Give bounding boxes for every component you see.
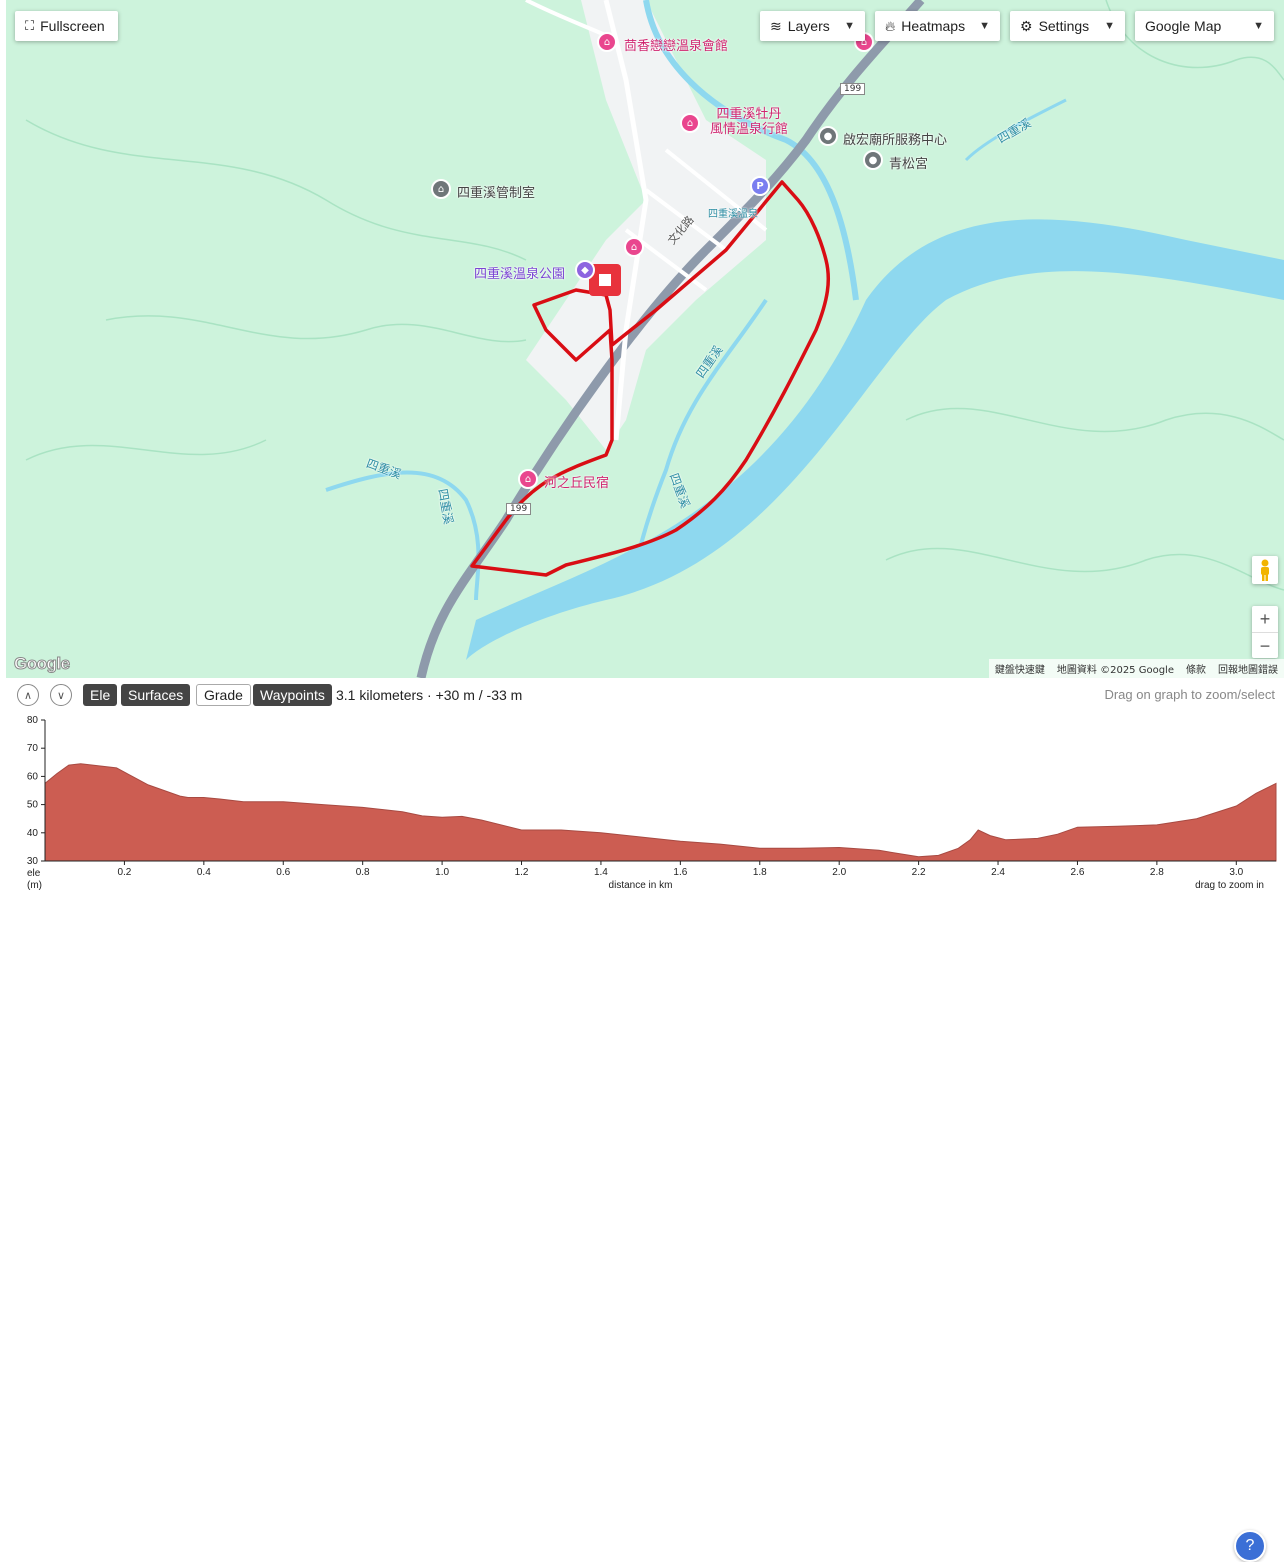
x-tick-label: 2.6: [1070, 867, 1084, 878]
y-axis-label-line2: (m): [27, 880, 42, 891]
hotel-icon[interactable]: ⌂: [680, 113, 700, 133]
route-shield-199-low: 199: [506, 503, 532, 515]
x-tick-label: 2.8: [1150, 867, 1164, 878]
poi-label-control-room[interactable]: 四重溪管制室: [457, 182, 535, 201]
x-tick-label: 1.8: [753, 867, 767, 878]
hotel-icon[interactable]: ⌂: [518, 469, 538, 489]
zoom-out-button[interactable]: −: [1252, 633, 1278, 659]
layers-label: Layers: [787, 18, 830, 34]
x-tick-label: 0.6: [276, 867, 290, 878]
heatmaps-dropdown[interactable]: 🔥︎ Heatmaps ▼: [875, 11, 1000, 41]
poi-label-hotel2[interactable]: 四重溪牡丹 風情溫泉行館: [710, 107, 788, 137]
x-tick-label: 1.0: [435, 867, 449, 878]
y-tick-label: 30: [27, 856, 39, 867]
heatmaps-label: Heatmaps: [901, 18, 966, 34]
x-tick-label: 0.8: [356, 867, 370, 878]
chevron-down-icon: ▼: [979, 20, 990, 32]
x-tick-label: 0.2: [117, 867, 131, 878]
keyboard-shortcuts-link[interactable]: 鍵盤快速鍵: [995, 661, 1045, 676]
poi-label-hotel1[interactable]: 茴香戀戀溫泉會館: [624, 35, 728, 54]
poi-label-hotel2-line1: 四重溪牡丹: [716, 107, 782, 122]
poi-label-service[interactable]: 啟宏廟所服務中心: [843, 129, 947, 148]
elevation-area: [44, 763, 1277, 862]
y-axis-label-line1: ele: [27, 868, 41, 879]
parking-icon[interactable]: P: [750, 176, 770, 196]
terms-link[interactable]: 條款: [1186, 661, 1206, 676]
chevron-down-icon: ▼: [844, 20, 855, 32]
fullscreen-button[interactable]: ⛶ Fullscreen: [15, 11, 118, 41]
poi-label-temple[interactable]: 青松宮: [889, 153, 928, 172]
y-tick-label: 60: [27, 771, 39, 782]
elevation-panel: ∧ ∨ Ele Surfaces Grade Waypoints 3.1 kil…: [0, 678, 1284, 1562]
map-view[interactable]: ⌂ 茴香戀戀溫泉會館 ⌂ ⌂ 四重溪牡丹 風情溫泉行館 ● 啟宏廟所服務中心 ●…: [6, 0, 1284, 678]
park-icon[interactable]: ◆: [575, 260, 595, 280]
y-tick-label: 80: [27, 715, 39, 726]
fullscreen-label: Fullscreen: [40, 18, 105, 34]
x-tick-label: 1.6: [673, 867, 687, 878]
hotel-icon[interactable]: ⌂: [597, 32, 617, 52]
fullscreen-icon: ⛶: [25, 18, 35, 33]
temple-icon[interactable]: ●: [863, 150, 883, 170]
elevation-chart[interactable]: 30 40 50 60 70 80 0.2 0.4 0.6 0.8 1.0 1.2 1.4 1.6 1.8 2…: [0, 678, 1284, 896]
gear-icon: ⚙: [1020, 17, 1033, 34]
layers-icon: ≋: [770, 17, 782, 34]
x-tick-label: 2.2: [912, 867, 926, 878]
y-tick-label: 70: [27, 743, 39, 754]
x-tick-label: 0.4: [197, 867, 211, 878]
route-shield-199: 199: [840, 83, 866, 95]
drag-hint: drag to zoom in: [1195, 880, 1264, 891]
layers-dropdown[interactable]: ≋ Layers ▼: [760, 11, 865, 41]
map-type-value: Google Map: [1145, 18, 1222, 34]
settings-label: Settings: [1038, 18, 1090, 34]
map-attribution: 鍵盤快速鍵 地圖資料 ©2025 Google 條款 回報地圖錯誤: [988, 659, 1284, 678]
x-tick-label: 3.0: [1229, 867, 1243, 878]
help-icon[interactable]: ?: [1234, 1530, 1266, 1562]
chevron-down-icon: ▼: [1253, 20, 1264, 32]
poi-label-park[interactable]: 四重溪溫泉公園: [474, 263, 565, 282]
x-tick-label: 1.2: [515, 867, 529, 878]
y-tick-label: 40: [27, 828, 39, 839]
map-data-text: 地圖資料 ©2025 Google: [1056, 665, 1174, 676]
map-base-layer: [25, 0, 1284, 678]
y-tick-label: 50: [27, 800, 39, 811]
x-axis-label: distance in km: [609, 880, 673, 891]
street-view-pegman-icon[interactable]: [1252, 556, 1278, 584]
chevron-down-icon: ▼: [1104, 20, 1115, 32]
zoom-in-button[interactable]: +: [1252, 606, 1278, 633]
map-type-select[interactable]: Google Map ▼: [1135, 11, 1274, 41]
zoom-control: + −: [1252, 606, 1278, 658]
x-tick-label: 2.4: [991, 867, 1005, 878]
hotel-icon[interactable]: ⌂: [624, 237, 644, 257]
government-icon[interactable]: ⌂: [431, 179, 451, 199]
google-logo[interactable]: Google: [14, 654, 71, 674]
landmark-icon[interactable]: ●: [818, 126, 838, 146]
x-tick-label: 1.4: [594, 867, 608, 878]
poi-label-bnb[interactable]: 河之丘民宿: [544, 472, 609, 491]
report-error-link[interactable]: 回報地圖錯誤: [1218, 661, 1278, 676]
settings-dropdown[interactable]: ⚙ Settings ▼: [1010, 11, 1125, 41]
poi-label-hotel2-line2: 風情溫泉行館: [710, 122, 789, 137]
flame-icon: 🔥︎: [885, 17, 896, 34]
x-tick-label: 2.0: [832, 867, 846, 878]
poi-label-stream-top: 四重溪溫泉: [708, 209, 758, 220]
